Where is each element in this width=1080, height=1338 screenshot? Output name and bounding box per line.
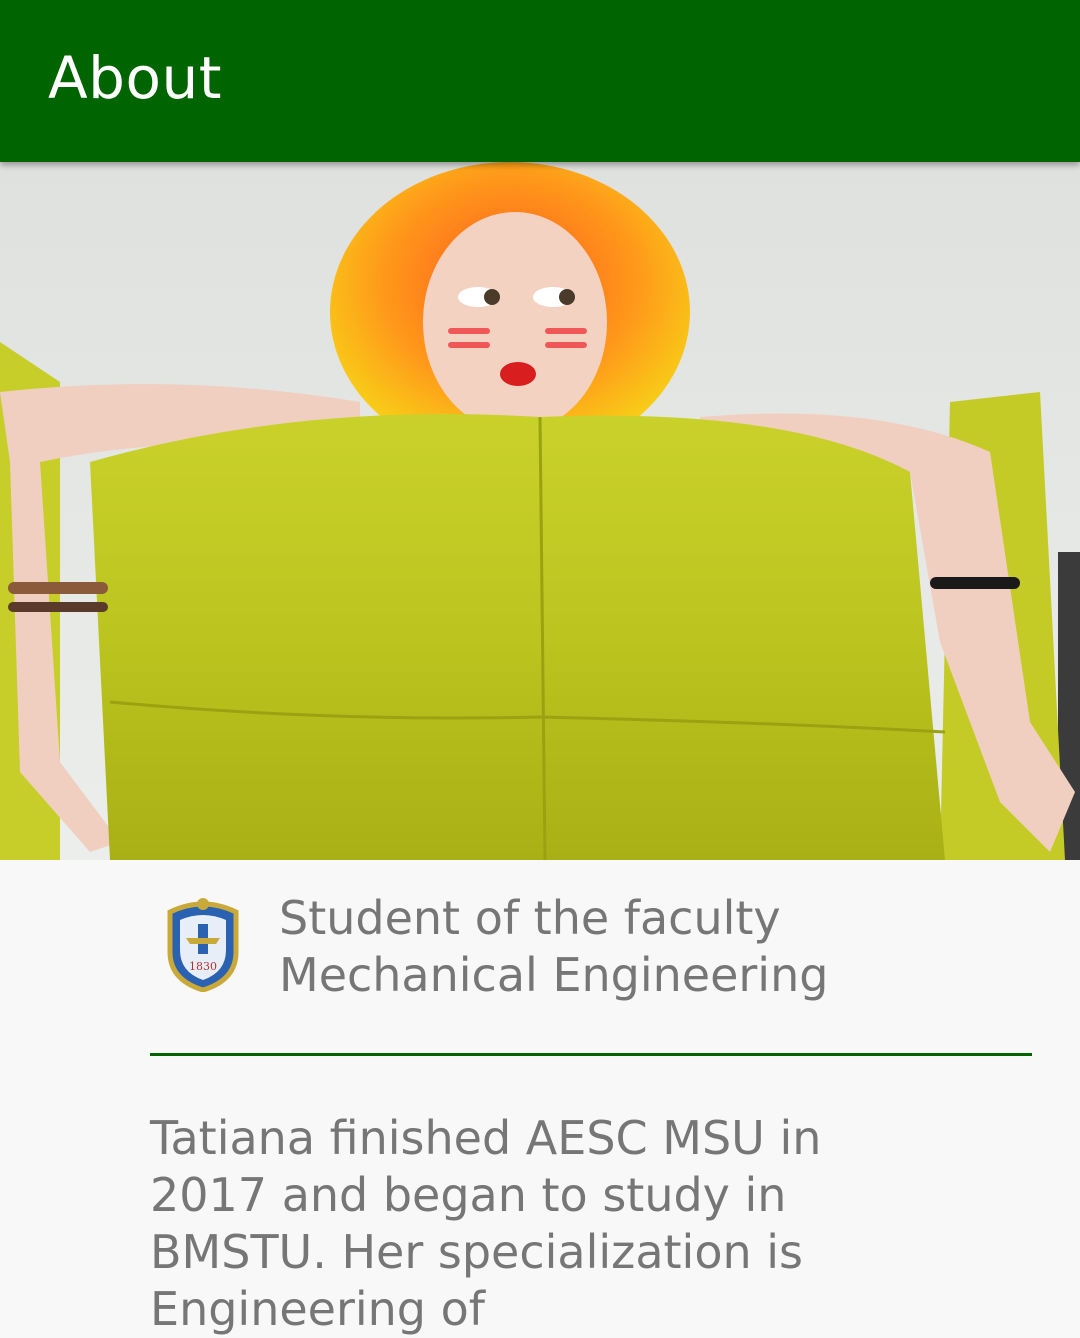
hero-photo-illustration (0, 162, 1080, 860)
university-crest-icon: 1830 (160, 894, 246, 993)
bio-text: Tatiana finished AESC MSU in 2017 and be… (150, 1111, 822, 1336)
page-title: About (48, 44, 222, 112)
app-bar: About (0, 0, 1080, 162)
emblem-year: 1830 (189, 960, 217, 973)
faculty-row: 1830 Student of the faculty Mechanical E… (0, 860, 1080, 1060)
faculty-text: Student of the faculty Mechanical Engine… (279, 891, 829, 1002)
section-divider (150, 1053, 1032, 1056)
hero-photo (0, 162, 1080, 860)
